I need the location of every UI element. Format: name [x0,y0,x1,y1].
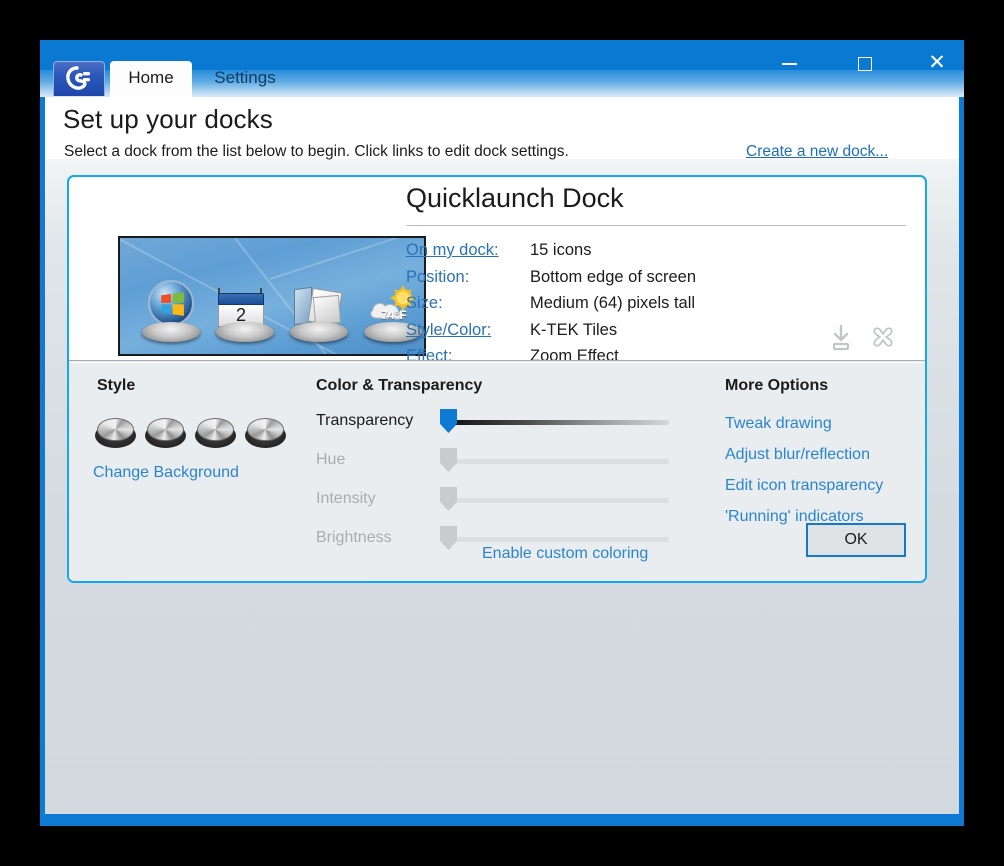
save-download-icon [827,323,855,353]
detail-label-size: Size: [406,290,530,317]
app-logo-icon[interactable] [53,61,105,96]
save-dock-button[interactable] [827,323,855,358]
slider-track-transparency[interactable] [447,420,669,425]
detail-row-size: Size:Medium (64) pixels tall [406,290,916,317]
windows-logo-icon [159,291,185,317]
create-new-dock-link[interactable]: Create a new dock... [746,143,888,161]
plug-glyph-icon [64,65,94,93]
more-option-adjust-blur-reflection[interactable]: Adjust blur/reflection [725,439,925,470]
slider-thumb-hue [440,448,457,472]
slider-row-intensity: Intensity [316,485,686,524]
enable-custom-coloring-link[interactable]: Enable custom coloring [482,545,648,563]
delete-dock-button[interactable] [869,323,897,358]
slider-row-hue: Hue [316,446,686,485]
dock-icon-base [290,322,348,342]
dock-title-divider [406,225,906,226]
swatch-face [97,418,134,441]
detail-row-position: Position:Bottom edge of screen [406,264,916,291]
swatch-face [147,418,184,441]
tab-strip: Home Settings [40,58,964,97]
slider-label-brightness: Brightness [316,529,392,547]
slider-label-transparency: Transparency [316,412,413,430]
ok-button[interactable]: OK [806,523,906,557]
detail-value-style-color: K-TEK Tiles [530,317,617,344]
style-swatch[interactable] [95,417,136,449]
dock-icon-calendar: 2 [214,280,276,342]
slider-track-brightness [447,537,669,542]
style-swatch[interactable] [245,417,286,449]
close-x-icon [869,323,897,353]
dock-title: Quicklaunch Dock [406,183,624,214]
card-action-icons [825,323,911,355]
style-section-heading: Style [97,377,135,395]
slider-track-hue [447,459,669,464]
tab-settings[interactable]: Settings [195,61,295,97]
detail-row-on-my-dock: On my dock:15 icons [406,237,916,264]
style-swatch-list [95,417,285,455]
change-background-link[interactable]: Change Background [93,464,239,482]
slider-row-transparency: Transparency [316,407,686,446]
detail-label-on-my-dock[interactable]: On my dock: [406,237,530,264]
page-title: Set up your docks [63,104,273,135]
application-window: ✕ Home Settings Set up your docks Select… [40,40,964,826]
preview-streak [270,236,426,280]
content-area: Set up your docks Select a dock from the… [45,97,959,814]
dock-preview-thumbnail[interactable]: 2 [118,236,426,356]
swatch-face [197,418,234,441]
slider-thumb-brightness [440,526,457,550]
more-options-heading: More Options [725,377,828,395]
style-swatch[interactable] [145,417,186,449]
slider-group: Transparency Hue Intensity [316,407,686,563]
slider-label-intensity: Intensity [316,490,376,508]
slider-track-intensity [447,498,669,503]
dock-card: 2 [67,175,927,583]
swatch-face [247,418,284,441]
dock-icon-windows-orb [140,280,202,342]
dock-icon-base [142,322,200,342]
dock-icon-base [216,322,274,342]
detail-value-on-my-dock: 15 icons [530,237,591,264]
detail-label-style-color[interactable]: Style/Color: [406,317,530,344]
slider-thumb-intensity [440,487,457,511]
dock-icon-photos [288,280,350,342]
detail-value-position: Bottom edge of screen [530,264,696,291]
slider-label-hue: Hue [316,451,345,469]
style-swatch[interactable] [195,417,236,449]
detail-value-size: Medium (64) pixels tall [530,290,695,317]
slider-thumb-transparency[interactable] [440,409,457,433]
more-option-tweak-drawing[interactable]: Tweak drawing [725,408,925,439]
tab-home[interactable]: Home [110,61,192,97]
dock-options-pane: Style [69,360,925,582]
detail-label-position: Position: [406,264,530,291]
more-options-list: Tweak drawing Adjust blur/reflection Edi… [725,408,925,532]
color-section-heading: Color & Transparency [316,377,482,395]
page-subtitle: Select a dock from the list below to beg… [64,143,569,161]
more-option-edit-icon-transparency[interactable]: Edit icon transparency [725,470,925,501]
